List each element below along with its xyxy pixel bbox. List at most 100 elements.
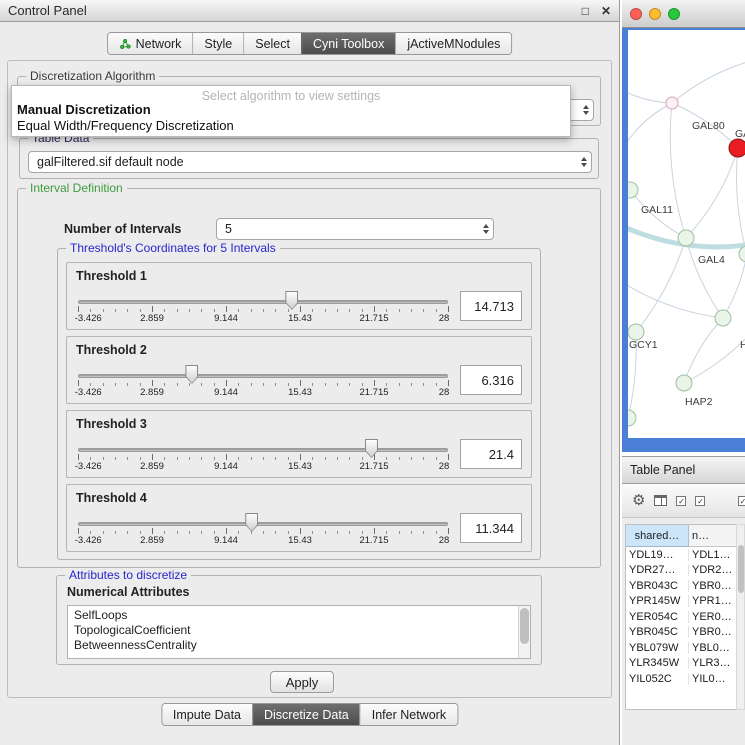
slider-scale-label: 2.859 [140,535,164,546]
slider-scale-label: 2.859 [140,461,164,472]
table-row-ylr345w[interactable]: YLR345WYLR3… [626,656,736,672]
dropdown-item-equal-width-frequency-discretization[interactable]: Equal Width/Frequency Discretization [12,118,570,134]
network-edge[interactable] [737,148,745,254]
network-graph: GAL80GAGAL11GAL4GCY1HHAP2 [628,30,745,438]
combo-stepper-icon [577,157,587,167]
checkbox-icon[interactable]: ✓ [676,496,686,506]
table-data-group: Table Data galFiltered.sif default node [19,138,599,179]
table-row-ydl19[interactable]: YDL19…YDL1… [626,547,736,563]
list-scrollbar-thumb[interactable] [520,608,529,644]
threshold-box-1: Threshold 1-3.4262.8599.14415.4321.71528… [66,262,532,330]
table-panel-header[interactable]: Table Panel [622,456,745,484]
window-buttons: □ ✕ [582,4,611,18]
slider-scale-label: 2.859 [140,313,164,324]
table-cell: YER054C [626,611,689,623]
threshold-label-2: Threshold 2 [76,343,522,357]
network-node[interactable] [676,375,692,391]
network-edge[interactable] [670,103,686,238]
minimize-button[interactable] [649,8,661,20]
network-edge[interactable] [628,282,723,318]
column-header-name[interactable]: n… [689,525,736,547]
selected-node[interactable] [729,139,745,157]
network-node[interactable] [715,310,731,326]
network-node[interactable] [739,246,745,262]
column-selector-icon[interactable] [654,495,667,506]
table-cell: YPR1… [689,595,736,607]
slider-scale: -3.4262.8599.14415.4321.71528 [78,387,448,399]
tab-style[interactable]: Style [192,33,243,54]
table-row-ydr27[interactable]: YDR27…YDR2… [626,563,736,579]
attribute-item-selfloops[interactable]: SelfLoops [74,608,516,623]
network-node[interactable] [628,182,638,198]
threshold-1-slider[interactable]: -3.4262.8599.14415.4321.71528 [76,288,450,328]
network-node[interactable] [678,230,694,246]
table-toolbar: ⚙ ✓ ✓ ✓ [622,484,745,518]
float-window-icon[interactable]: □ [582,4,589,18]
settings-icon[interactable]: ⚙ [632,493,645,508]
table-row-ypr145w[interactable]: YPR145WYPR1… [626,594,736,610]
slider-scale: -3.4262.8599.14415.4321.71528 [78,535,448,547]
threshold-4-value[interactable]: 11.344 [460,513,522,543]
table-row-yil052c[interactable]: YIL052CYIL0… [626,671,736,687]
table-row-ybr043c[interactable]: YBR043CYBR0… [626,578,736,594]
table-scrollbar[interactable] [736,524,745,710]
network-node[interactable] [628,410,636,426]
close-window-icon[interactable]: ✕ [601,4,611,18]
network-edge[interactable] [686,238,723,318]
node-label-gal4: GAL4 [698,254,725,266]
slider-track [78,448,448,452]
dropdown-item-manual-discretization[interactable]: Manual Discretization [12,102,570,118]
threshold-2-slider[interactable]: -3.4262.8599.14415.4321.71528 [76,362,450,402]
table-row-ybr045c[interactable]: YBR045CYBR0… [626,625,736,641]
table-data-combo-value: galFiltered.sif default node [37,155,184,169]
control-panel-titlebar[interactable]: Control Panel □ ✕ [0,0,619,22]
threshold-box-3: Threshold 3-3.4262.8599.14415.4321.71528… [66,410,532,478]
threshold-1-value[interactable]: 14.713 [460,291,522,321]
tab-cyni-toolbox[interactable]: Cyni Toolbox [301,33,395,54]
bottom-tab-infer-network[interactable]: Infer Network [360,704,457,725]
network-window-titlebar[interactable] [622,0,745,28]
threshold-2-value[interactable]: 6.316 [460,365,522,395]
attribute-item-betweennesscentrality[interactable]: BetweennessCentrality [74,638,516,653]
network-edge[interactable] [684,330,745,383]
table-body: YDL19…YDL1…YDR27…YDR2…YBR043CYBR0…YPR145… [626,547,736,687]
apply-button[interactable]: Apply [270,671,334,693]
column-header-shared-name[interactable]: shared… [626,525,689,547]
checkbox-icon[interactable]: ✓ [738,496,745,506]
table-row-yer054c[interactable]: YER054CYER0… [626,609,736,625]
slider-scale-label: 21.715 [359,461,388,472]
network-node[interactable] [628,324,644,340]
number-of-intervals-combo[interactable]: 5 [216,218,494,240]
tab-jactivemnodules[interactable]: jActiveMNodules [395,33,511,54]
checkbox-icon[interactable]: ✓ [695,496,705,506]
list-scrollbar[interactable] [518,606,530,658]
network-node[interactable] [666,97,678,109]
table-row-ybl079w[interactable]: YBL079WYBL0… [626,640,736,656]
threshold-4-slider[interactable]: -3.4262.8599.14415.4321.71528 [76,510,450,550]
slider-scale-label: -3.426 [75,387,102,398]
zoom-button[interactable] [668,8,680,20]
network-edge[interactable] [628,103,672,150]
network-edge[interactable] [723,254,745,318]
close-button[interactable] [630,8,642,20]
table-data-combo[interactable]: galFiltered.sif default node [28,151,592,173]
table-cell: YDL1… [689,549,736,561]
slider-scale-label: 15.43 [288,313,312,324]
network-edge[interactable] [636,238,686,332]
threshold-3-slider[interactable]: -3.4262.8599.14415.4321.71528 [76,436,450,476]
network-edge[interactable] [684,318,723,383]
bottom-tab-discretize-data[interactable]: Discretize Data [252,704,360,725]
numerical-attributes-list[interactable]: SelfLoopsTopologicalCoefficientBetweenne… [67,605,531,659]
network-edge[interactable] [686,148,738,238]
table-cell: YER0… [689,611,736,623]
table-scrollbar-thumb[interactable] [738,545,744,593]
network-edge[interactable] [628,90,672,103]
threshold-3-value[interactable]: 21.4 [460,439,522,469]
threshold-label-4: Threshold 4 [76,491,522,505]
network-canvas[interactable]: GAL80GAGAL11GAL4GCY1HHAP2 [628,30,745,438]
network-edge[interactable] [672,60,745,103]
bottom-tab-impute-data[interactable]: Impute Data [162,704,252,725]
tab-network[interactable]: Network [108,33,193,54]
attribute-item-topologicalcoefficient[interactable]: TopologicalCoefficient [74,623,516,638]
tab-select[interactable]: Select [243,33,301,54]
